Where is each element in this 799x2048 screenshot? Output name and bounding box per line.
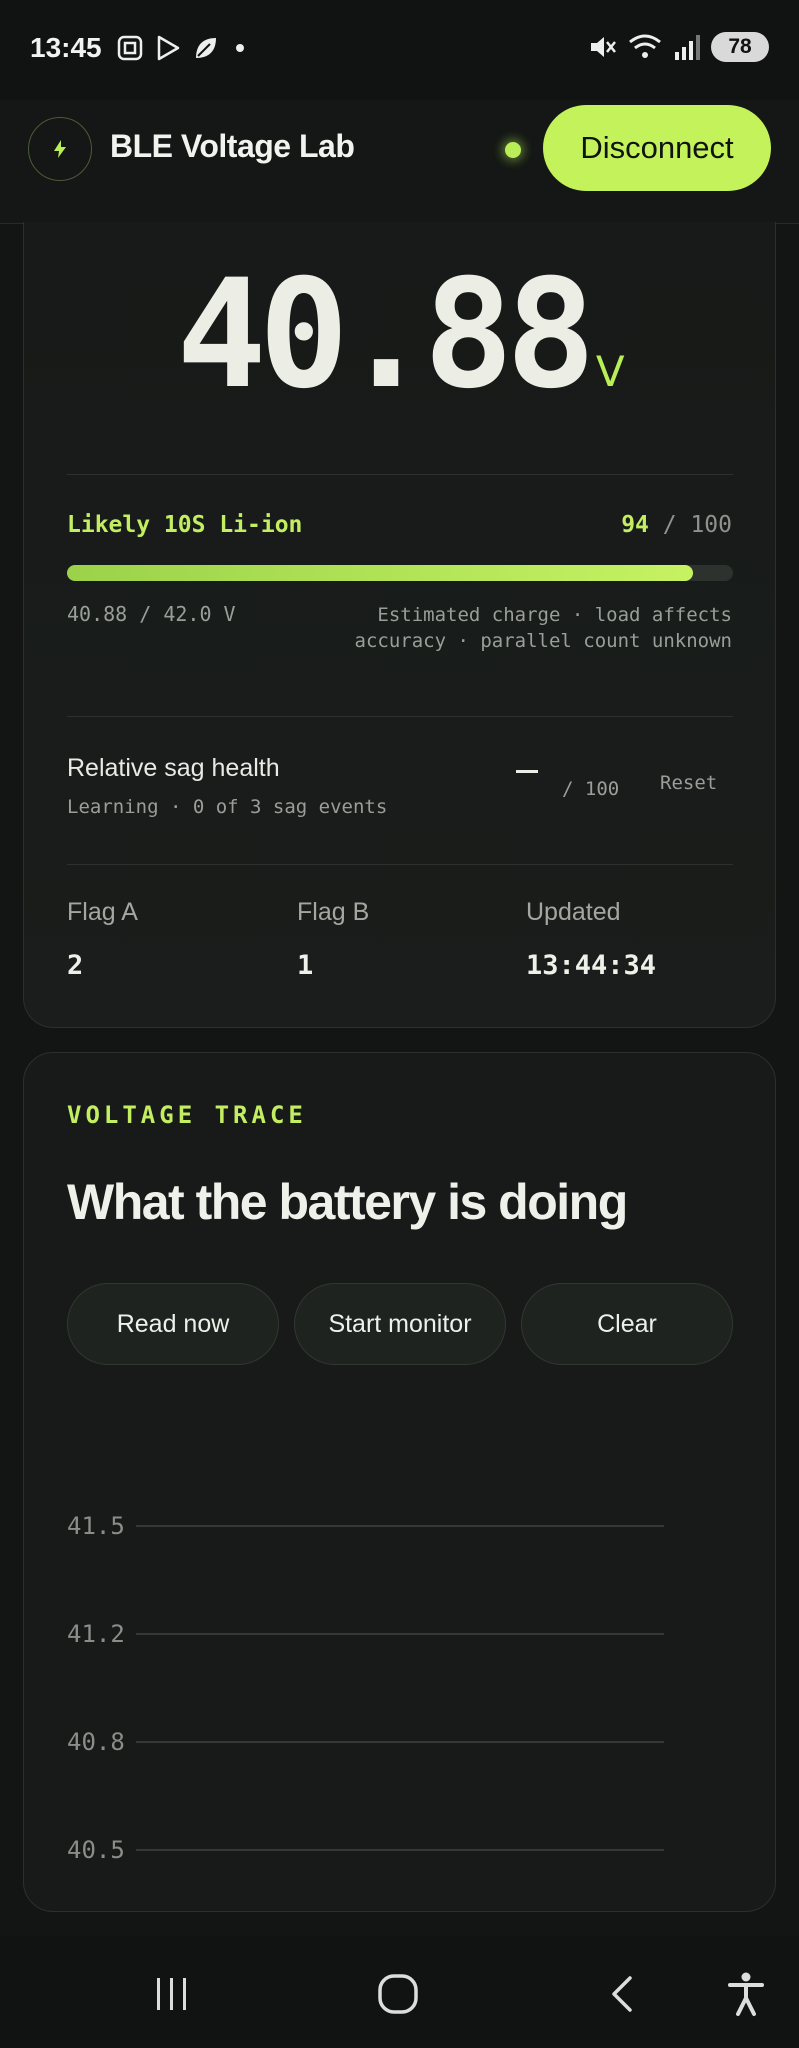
home-icon[interactable] bbox=[376, 1972, 420, 2016]
flag-b-value: 1 bbox=[297, 950, 314, 981]
flag-a-value: 2 bbox=[67, 950, 84, 981]
section-title: What the battery is doing bbox=[67, 1174, 628, 1230]
start-monitor-button[interactable]: Start monitor bbox=[294, 1283, 506, 1365]
divider bbox=[67, 716, 733, 717]
dot-icon bbox=[236, 44, 244, 52]
divider bbox=[67, 474, 733, 475]
app-title: BLE Voltage Lab bbox=[110, 128, 355, 164]
sag-score-placeholder bbox=[516, 770, 538, 773]
charge-progress-bar bbox=[67, 565, 733, 581]
charge-progress-fill bbox=[67, 565, 694, 581]
flag-a-label: Flag A bbox=[67, 898, 138, 926]
sag-health-status: Learning · 0 of 3 sag events bbox=[67, 796, 388, 818]
chemistry-label: Likely 10S Li-ion bbox=[67, 512, 303, 538]
voltage-display: 40.88 V bbox=[24, 260, 777, 410]
voltage-value: 40.88 bbox=[176, 248, 596, 422]
updated-value: 13:44:34 bbox=[526, 950, 657, 981]
battery-indicator: 78 bbox=[711, 32, 769, 62]
wifi-icon bbox=[629, 34, 661, 58]
updated-label: Updated bbox=[526, 898, 621, 926]
status-bar: 13:45 78 bbox=[0, 0, 799, 100]
voltage-trace-chart: 41.5 41.2 40.8 40.5 bbox=[67, 1512, 664, 1864]
disconnect-button[interactable]: Disconnect bbox=[543, 105, 771, 191]
reset-button[interactable]: Reset bbox=[660, 772, 717, 794]
lightning-icon bbox=[54, 140, 66, 158]
back-icon[interactable] bbox=[602, 1972, 642, 2016]
divider bbox=[67, 864, 733, 865]
charge-note: Estimated charge · load affects accuracy… bbox=[354, 604, 733, 652]
y-tick-label: 41.2 bbox=[67, 1620, 125, 1648]
y-tick-label: 41.5 bbox=[67, 1512, 125, 1540]
signal-icon bbox=[675, 35, 700, 60]
read-now-button[interactable]: Read now bbox=[67, 1283, 279, 1365]
confidence-value: 94 bbox=[621, 512, 649, 538]
play-store-icon bbox=[157, 35, 180, 61]
app-header: BLE Voltage Lab Disconnect bbox=[0, 100, 799, 224]
y-tick-label: 40.8 bbox=[67, 1728, 125, 1756]
voltage-range: 40.88 / 42.0 V bbox=[67, 602, 236, 626]
sag-health-title: Relative sag health bbox=[67, 754, 280, 782]
confidence-max: / 100 bbox=[662, 512, 732, 538]
confidence-score: 94 / 100 bbox=[621, 512, 732, 538]
recent-apps-icon[interactable] bbox=[152, 1974, 192, 2014]
y-tick-label: 40.5 bbox=[67, 1836, 125, 1864]
voltage-unit: V bbox=[595, 347, 625, 396]
connection-status-dot bbox=[505, 142, 521, 158]
screenshot-icon bbox=[117, 35, 143, 61]
status-time: 13:45 bbox=[30, 32, 102, 63]
mute-icon bbox=[591, 37, 616, 57]
sag-score-max: / 100 bbox=[562, 778, 620, 800]
section-eyebrow: VOLTAGE TRACE bbox=[67, 1101, 307, 1129]
app-logo bbox=[28, 117, 92, 181]
voltage-trace-card: VOLTAGE TRACE What the battery is doing … bbox=[23, 1052, 776, 1912]
leaf-icon bbox=[196, 38, 216, 58]
flag-b-label: Flag B bbox=[297, 898, 370, 926]
status-system-icons: 78 bbox=[587, 32, 769, 62]
clear-button[interactable]: Clear bbox=[521, 1283, 733, 1365]
reading-card: 40.88 V Likely 10S Li-ion 94 / 100 40.88 … bbox=[23, 222, 776, 1028]
status-notification-icons bbox=[116, 34, 250, 62]
accessibility-icon[interactable] bbox=[726, 1970, 766, 2018]
system-nav-bar bbox=[0, 1936, 799, 2048]
